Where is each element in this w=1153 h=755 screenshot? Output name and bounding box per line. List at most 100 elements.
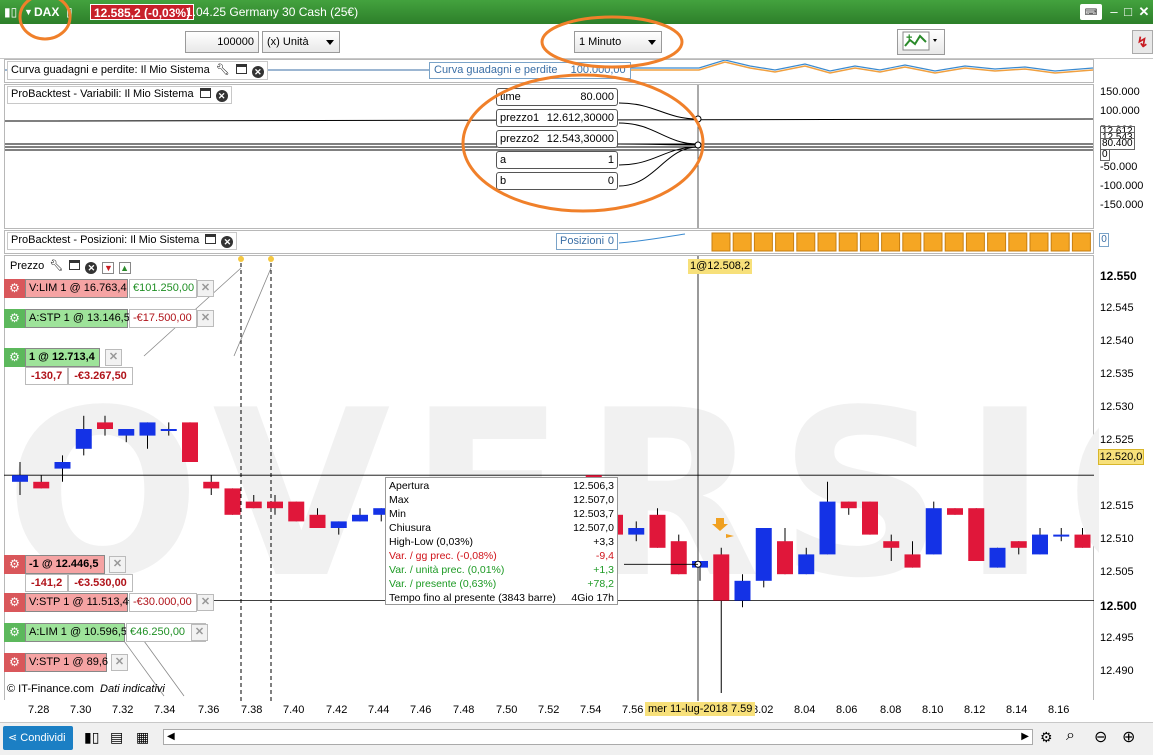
order-settings-icon[interactable]: ⚙ (4, 279, 25, 298)
symbol-label[interactable]: DAX (34, 4, 59, 20)
candle-body (182, 422, 198, 462)
position-bar (1071, 232, 1091, 252)
close-panel-icon[interactable]: ✕ (251, 66, 264, 78)
time-tick-label: 8.04 (794, 704, 816, 716)
window-icon[interactable] (205, 234, 217, 244)
order-label[interactable]: V:STP 1 @ 89,6 (25, 653, 108, 672)
candle-body (925, 508, 942, 555)
order-settings-icon[interactable]: ⚙ (4, 309, 25, 328)
position-bar (923, 232, 943, 252)
close-order-icon[interactable]: ✕ (197, 280, 214, 297)
order-settings-icon[interactable]: ⚙ (4, 555, 25, 574)
chart-type-icon[interactable]: ▮▯ (4, 4, 17, 20)
window-icon[interactable] (69, 260, 81, 270)
time-scrollbar[interactable]: ◀ ▶ (163, 729, 1033, 745)
variable-name: prezzo1 (500, 112, 540, 124)
candle-body (330, 521, 347, 528)
time-tick-label: 8.06 (836, 704, 858, 716)
zoom-fit-icon[interactable]: ⌕ (1066, 727, 1075, 745)
maximize-icon[interactable]: □ (1120, 4, 1136, 20)
side-panel-toggle-icon[interactable]: ↯ (1132, 30, 1153, 54)
order-label[interactable]: V:STP 1 @ 11.513,4 (25, 593, 129, 612)
order-settings-icon[interactable]: ⚙ (4, 348, 25, 367)
document-icon[interactable]: ▯ (66, 4, 73, 20)
time-tick-label: 7.28 (28, 704, 50, 716)
positions-axis-badge: 0 (1099, 233, 1109, 247)
order-label[interactable]: A:STP 1 @ 13.146,5 (25, 309, 130, 328)
timeframe-select[interactable]: 1 Minuto (574, 31, 662, 53)
window-icon[interactable] (235, 64, 247, 74)
chevron-down-icon[interactable]: ▼ (24, 4, 33, 20)
order-label[interactable]: -1 @ 12.446,5 (25, 555, 105, 574)
order-label[interactable]: V:LIM 1 @ 16.763,4 (25, 279, 128, 298)
close-order-icon[interactable]: ✕ (197, 310, 214, 327)
candle-body (734, 580, 751, 601)
close-order-icon[interactable]: ✕ (111, 654, 128, 671)
variable-value: 12.612,30000 (546, 112, 614, 124)
trade-flag-icon (726, 534, 734, 538)
order-settings-icon[interactable]: ⚙ (4, 593, 25, 612)
share-icon: ⋖ (8, 732, 18, 744)
close-panel-icon[interactable]: ✕ (85, 262, 98, 274)
unit-select[interactable]: (x) Unità (262, 31, 340, 53)
positions-inline-title: Posizioni (560, 235, 605, 247)
position-bar (987, 232, 1007, 252)
order-amount: €101.250,00 (129, 279, 197, 298)
var-connector (618, 122, 699, 145)
time-tick-label: 7.52 (538, 704, 560, 716)
position-bar (838, 232, 858, 252)
candles-icon[interactable]: ▮▯ (84, 729, 99, 746)
close-order-icon[interactable]: ✕ (105, 349, 122, 366)
copyright-text: © IT-Finance.com (7, 683, 94, 695)
positions-curve (618, 233, 686, 244)
time-tick-label: 7.42 (326, 704, 348, 716)
share-button[interactable]: ⋖ Condividi (3, 726, 73, 750)
scroll-right-icon[interactable]: ▶ (1021, 730, 1029, 744)
equity-curve-panel: Curva guadagni e perdite: Il Mio Sistema… (4, 59, 1094, 83)
notes-icon[interactable]: ▤ (110, 729, 123, 746)
wrench-icon[interactable]: 🔧︎ (216, 64, 230, 76)
close-order-icon[interactable]: ✕ (191, 624, 208, 641)
tooltip-row: Var. / presente (0,63%) +78,2 (389, 577, 614, 591)
price-panel-label: Prezzo 🔧︎ ✕ ▼ ▲ (7, 258, 134, 275)
crosshair-price-badge: 12.520,0 (1098, 449, 1144, 465)
order-amount: -€30.000,00 (129, 593, 197, 612)
sell-arrow-icon[interactable]: ▼ (102, 262, 115, 274)
order-settings-icon[interactable]: ⚙ (4, 653, 25, 672)
candle-body (245, 501, 262, 509)
close-panel-icon[interactable]: ✕ (215, 90, 228, 102)
order-label[interactable]: 1 @ 12.713,4 (25, 348, 100, 367)
close-order-icon[interactable]: ✕ (197, 594, 214, 611)
axis-tick-label: 12.525 (1100, 434, 1134, 447)
variable-box: time 80.000 (496, 88, 618, 106)
close-order-icon[interactable]: ✕ (109, 556, 126, 573)
scroll-left-icon[interactable]: ◀ (167, 730, 175, 744)
position-bar (732, 232, 752, 252)
buy-arrow-icon[interactable]: ▲ (118, 262, 131, 274)
table-icon[interactable]: ▦ (136, 729, 149, 746)
axis-value-badge: 0 (1100, 149, 1110, 161)
window-icon[interactable] (199, 88, 211, 98)
positions-panel-label: ProBacktest - Posizioni: Il Mio Sistema … (7, 232, 238, 250)
candle-body (309, 514, 326, 528)
zoom-in-icon[interactable]: ⊕ (1122, 727, 1135, 747)
add-indicator-button[interactable]: + (897, 29, 945, 55)
close-icon[interactable]: ✕ (1136, 4, 1152, 20)
order-label[interactable]: A:LIM 1 @ 10.596,5 (25, 623, 127, 642)
candle-info-tooltip: Apertura 12.506,3 Max 12.507,0 Min 12.503,7 Ch… (385, 477, 618, 605)
zoom-out-icon[interactable]: ⊖ (1094, 727, 1107, 747)
quantity-input[interactable]: 100000 (185, 31, 259, 53)
close-panel-icon[interactable]: ✕ (221, 236, 234, 248)
wrench-icon[interactable]: 🔧︎ (49, 260, 63, 272)
axis-tick-label: 12.490 (1100, 665, 1134, 678)
axis-tick-label: 12.495 (1100, 632, 1134, 645)
keyboard-icon[interactable]: ⌨ (1080, 4, 1102, 20)
chart-settings-icon[interactable]: ⚙ (1040, 729, 1053, 746)
order-tag: ⚙ A:STP 1 @ 13.146,5 -€17.500,00 ✕ (4, 309, 224, 328)
time-tick-label: 8.12 (964, 704, 986, 716)
position-bar (1008, 232, 1028, 252)
variables-panel-title: ProBacktest - Variabili: Il Mio Sistema (11, 88, 194, 100)
order-settings-icon[interactable]: ⚙ (4, 623, 25, 642)
tooltip-row: High-Low (0,03%) +3,3 (389, 535, 614, 549)
time-tick-label: 7.38 (241, 704, 263, 716)
